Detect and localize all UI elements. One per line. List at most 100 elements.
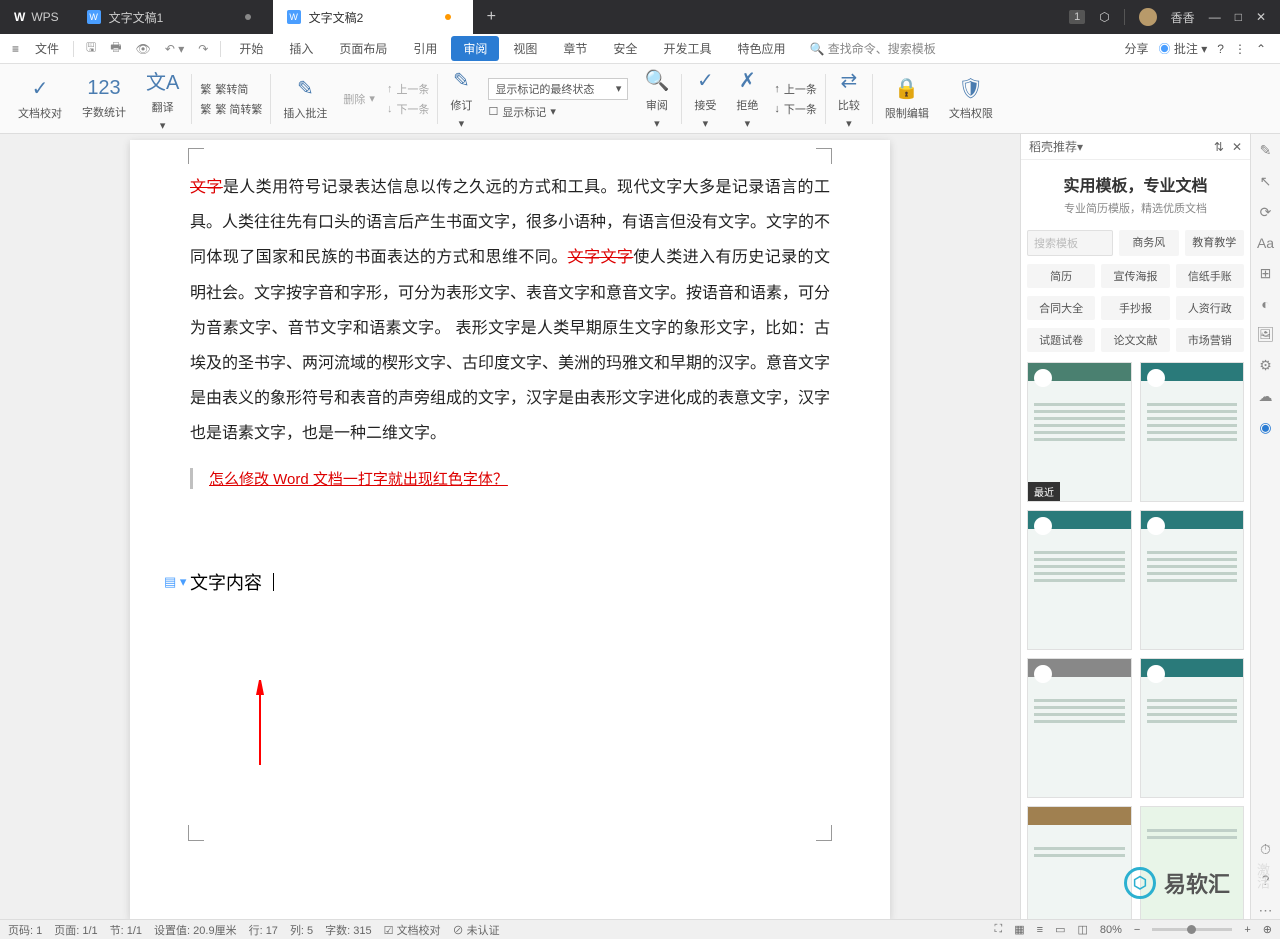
cat-letter[interactable]: 信纸手账 [1176, 264, 1244, 288]
template-thumb[interactable] [1140, 362, 1245, 502]
cat-hr[interactable]: 人资行政 [1176, 296, 1244, 320]
tab-security[interactable]: 安全 [601, 36, 649, 61]
body-paragraph[interactable]: 文字是人类用符号记录表达信息以传之久远的方式和工具。现代文字大多是记录语言的工具… [190, 170, 830, 452]
status-chars[interactable]: 字数: 315 [325, 922, 371, 938]
track-changes-button[interactable]: ✎修订 ▾ [440, 70, 482, 128]
print-icon[interactable]: 🖶 [104, 34, 127, 63]
status-page[interactable]: 页码: 1 [8, 922, 42, 938]
rail-image-icon[interactable]: 🖼 [1257, 326, 1275, 343]
cat-exam[interactable]: 试题试卷 [1027, 328, 1095, 352]
new-tab-button[interactable]: + [473, 8, 510, 26]
tab-dev[interactable]: 开发工具 [651, 36, 723, 61]
more-icon[interactable]: ⋮ [1234, 42, 1246, 56]
cat-contract[interactable]: 合同大全 [1027, 296, 1095, 320]
zoom-value[interactable]: 80% [1100, 924, 1122, 936]
template-thumb[interactable] [1027, 806, 1132, 919]
template-thumb[interactable] [1140, 510, 1245, 650]
quote-link[interactable]: 怎么修改 Word 文档一打字就出现红色字体？ [190, 468, 830, 489]
template-thumb[interactable] [1140, 658, 1245, 798]
template-thumb[interactable] [1140, 806, 1245, 919]
wordcount-button[interactable]: 123字数统计 [72, 70, 136, 128]
next-change-button[interactable]: ↓ 下一条 [774, 101, 817, 117]
document-area[interactable]: 文字是人类用符号记录表达信息以传之久远的方式和工具。现代文字大多是记录语言的工具… [0, 134, 1020, 919]
user-avatar[interactable] [1139, 8, 1157, 26]
fullscreen-icon[interactable]: ⛶ [995, 923, 1003, 936]
close-icon[interactable]: ✕ [1256, 10, 1266, 24]
maximize-icon[interactable]: □ [1235, 10, 1242, 24]
gift-icon[interactable]: ⬡ [1099, 10, 1109, 24]
view-read-icon[interactable]: ◫ [1077, 923, 1087, 936]
view-print-icon[interactable]: ▦ [1014, 923, 1024, 936]
panel-settings-icon[interactable]: ⇅ [1214, 140, 1224, 154]
compare-button[interactable]: ⇄比较 ▾ [828, 70, 870, 128]
proofing-button[interactable]: ✓文档校对 [8, 70, 72, 128]
rail-cloud-icon[interactable]: ☁ [1259, 388, 1273, 405]
accept-button[interactable]: ✓接受 ▾ [684, 70, 726, 128]
status-auth[interactable]: ⊘ 未认证 [453, 922, 500, 938]
rail-time-icon[interactable]: ⏱ [1260, 841, 1271, 858]
undo-icon[interactable]: ↶ ▾ [159, 38, 190, 60]
redo-icon[interactable]: ↷ [192, 38, 214, 60]
wps-logo[interactable]: W WPS [0, 10, 73, 24]
help-icon[interactable]: ? [1217, 42, 1224, 56]
tab-review[interactable]: 审阅 [451, 36, 499, 61]
rail-template-icon[interactable]: ◉ [1259, 419, 1271, 436]
translate-button[interactable]: 文A翻译 ▾ [136, 70, 189, 128]
tab-section[interactable]: 章节 [551, 36, 599, 61]
tab-insert[interactable]: 插入 [277, 36, 325, 61]
panel-close-icon[interactable]: ✕ [1232, 140, 1242, 154]
view-web-icon[interactable]: ▭ [1055, 923, 1065, 936]
search-box[interactable]: 🔍 查找命令、搜索模板 [799, 40, 945, 57]
notification-badge[interactable]: 1 [1069, 10, 1085, 24]
zoom-slider[interactable] [1152, 928, 1232, 931]
document-tab-1[interactable]: W 文字文稿1 [73, 0, 273, 34]
rail-grid-icon[interactable]: ⊞ [1260, 265, 1272, 282]
document-tab-2[interactable]: W 文字文稿2 [273, 0, 473, 34]
outline-icon[interactable]: ▤ ▾ [164, 574, 186, 590]
tab-layout[interactable]: 页面布局 [327, 36, 399, 61]
cat-resume[interactable]: 简历 [1027, 264, 1095, 288]
review-pane-button[interactable]: 🔍审阅 ▾ [634, 70, 679, 128]
status-section[interactable]: 节: 1/1 [110, 922, 142, 938]
status-proof[interactable]: ☑ 文档校对 [384, 922, 441, 938]
rail-refresh-icon[interactable]: ⟳ [1260, 204, 1272, 221]
tab-view[interactable]: 视图 [501, 36, 549, 61]
collapse-icon[interactable]: ⌃ [1256, 42, 1266, 56]
tab-start[interactable]: 开始 [227, 36, 275, 61]
show-markup-button[interactable]: ☐ 显示标记 ▾ [488, 104, 628, 120]
file-menu[interactable]: 文件 [27, 36, 67, 61]
insert-comment-button[interactable]: ✎插入批注 [273, 70, 337, 128]
rail-edit-icon[interactable]: ✎ [1260, 142, 1272, 159]
reject-button[interactable]: ✗拒绝 ▾ [726, 70, 768, 128]
markup-display-combo[interactable]: 显示标记的最终状态▾ [488, 78, 628, 100]
doc-permission-button[interactable]: 🛡文档权限 [939, 70, 1003, 128]
fit-icon[interactable]: ⊕ [1263, 923, 1272, 936]
cat-marketing[interactable]: 市场营销 [1176, 328, 1244, 352]
cat-paper[interactable]: 论文文献 [1101, 328, 1169, 352]
rail-style-icon[interactable]: Aa [1257, 235, 1274, 251]
tab-special[interactable]: 特色应用 [725, 36, 797, 61]
print-preview-icon[interactable]: 👁 [130, 38, 157, 60]
restrict-edit-button[interactable]: 🔒限制编辑 [875, 70, 939, 128]
view-outline-icon[interactable]: ≡ [1037, 924, 1043, 936]
trad-simp-button[interactable]: 繁 繁 简转繁 [200, 101, 262, 117]
annotate-button[interactable]: ◉ 批注 ▾ [1159, 40, 1208, 57]
template-thumb[interactable] [1027, 658, 1132, 798]
template-thumb[interactable]: 最近 [1027, 362, 1132, 502]
cat-handcopy[interactable]: 手抄报 [1101, 296, 1169, 320]
rail-select-icon[interactable]: ↖ [1260, 173, 1272, 190]
status-pages[interactable]: 页面: 1/1 [54, 922, 97, 938]
simp-trad-button[interactable]: 繁 繁转简 [200, 81, 262, 97]
cat-education[interactable]: 教育教学 [1185, 230, 1244, 256]
share-button[interactable]: 分享 [1125, 40, 1149, 57]
template-search[interactable]: 搜索模板 [1027, 230, 1113, 256]
rail-more-icon[interactable]: ⋯ [1259, 902, 1273, 919]
menu-icon[interactable]: ≡ [6, 38, 25, 60]
template-thumb[interactable] [1027, 510, 1132, 650]
cat-business[interactable]: 商务风 [1119, 230, 1178, 256]
prev-change-button[interactable]: ↑ 上一条 [774, 81, 817, 97]
rail-link-icon[interactable]: ⚙ [1259, 357, 1272, 374]
tab-reference[interactable]: 引用 [401, 36, 449, 61]
rail-shape-icon[interactable]: ◐ [1261, 296, 1269, 312]
minimize-icon[interactable]: — [1209, 10, 1221, 24]
